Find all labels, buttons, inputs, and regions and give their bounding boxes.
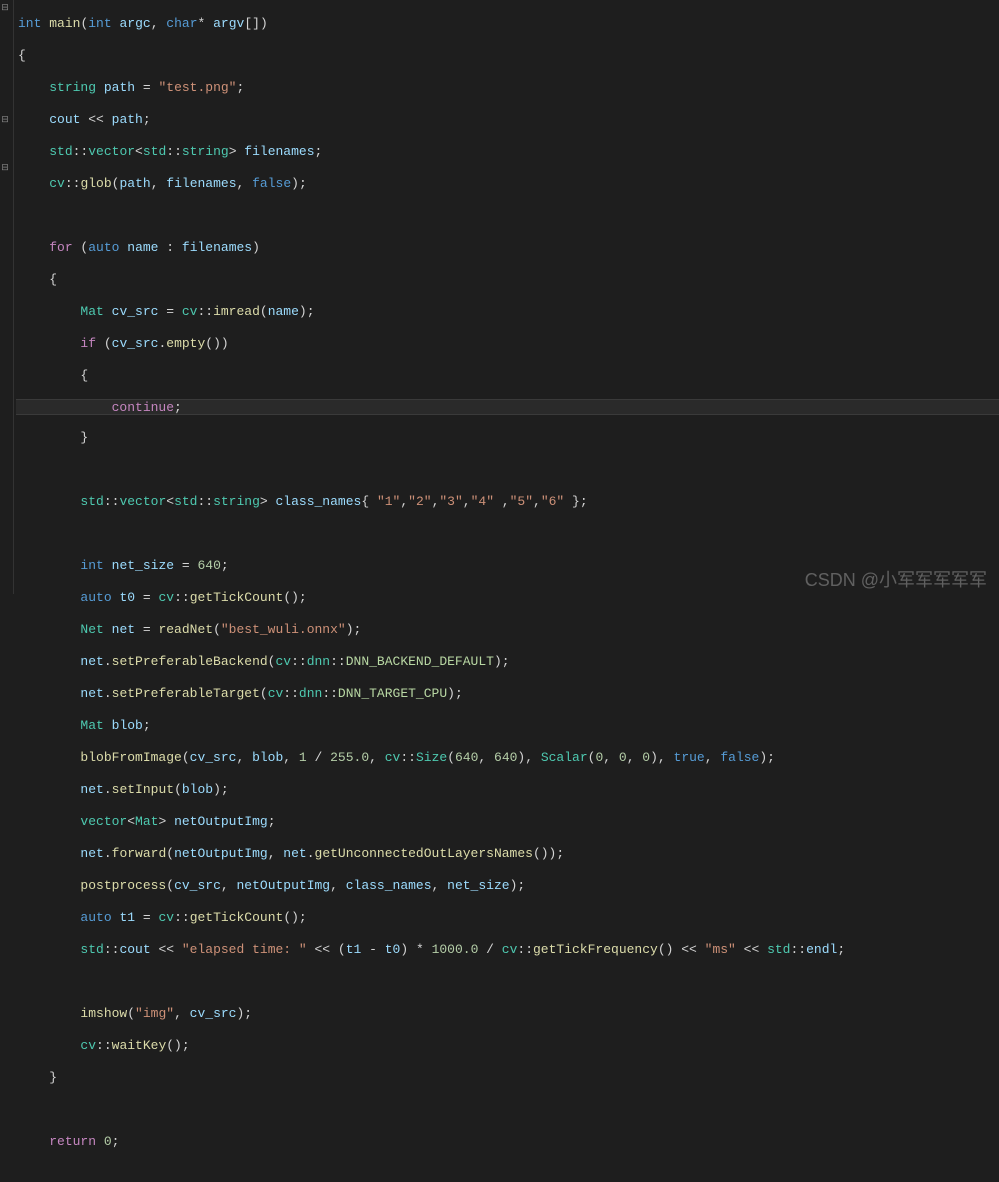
code-line: string path = "test.png"; [16,80,999,96]
code-line: for (auto name : filenames) [16,240,999,256]
code-line: std::cout << "elapsed time: " << (t1 - t… [16,942,999,958]
code-line: net.setPreferableBackend(cv::dnn::DNN_BA… [16,654,999,670]
code-line: vector<Mat> netOutputImg; [16,814,999,830]
code-line [16,208,999,224]
code-line: { [16,48,999,64]
code-line: { [16,272,999,288]
code-line: postprocess(cv_src, netOutputImg, class_… [16,878,999,894]
code-line [16,462,999,478]
code-line: return 0; [16,1134,999,1150]
fold-icon[interactable]: ⊟ [0,0,10,16]
code-line: cout << path; [16,112,999,128]
code-line [16,526,999,542]
code-line: if (cv_src.empty()) [16,336,999,352]
code-line [16,974,999,990]
code-line: std::vector<std::string> class_names{ "1… [16,494,999,510]
code-line: auto t0 = cv::getTickCount(); [16,590,999,606]
code-line: std::vector<std::string> filenames; [16,144,999,160]
code-area[interactable]: int main(int argc, char* argv[]) { strin… [14,0,999,594]
code-line: } [16,430,999,446]
code-line: Mat cv_src = cv::imread(name); [16,304,999,320]
code-line: net.forward(netOutputImg, net.getUnconne… [16,846,999,862]
code-line: { [16,368,999,384]
code-line: cv::glob(path, filenames, false); [16,176,999,192]
code-line: blobFromImage(cv_src, blob, 1 / 255.0, c… [16,750,999,766]
code-line: net.setPreferableTarget(cv::dnn::DNN_TAR… [16,686,999,702]
code-line: net.setInput(blob); [16,782,999,798]
code-line [16,1102,999,1118]
fold-gutter: ⊟ ⊟ ⊟ [0,0,14,594]
code-line: Net net = readNet("best_wuli.onnx"); [16,622,999,638]
code-line: } [16,1070,999,1086]
code-line: Mat blob; [16,718,999,734]
code-line: cv::waitKey(); [16,1038,999,1054]
fold-icon[interactable]: ⊟ [0,112,10,128]
code-line-current: continue; [16,399,999,415]
code-editor[interactable]: ⊟ ⊟ ⊟ int main(int argc, char* argv[]) {… [0,0,999,594]
code-line: imshow("img", cv_src); [16,1006,999,1022]
code-line: auto t1 = cv::getTickCount(); [16,910,999,926]
fold-icon[interactable]: ⊟ [0,160,10,176]
code-line: int main(int argc, char* argv[]) [16,16,999,32]
code-line: int net_size = 640; [16,558,999,574]
